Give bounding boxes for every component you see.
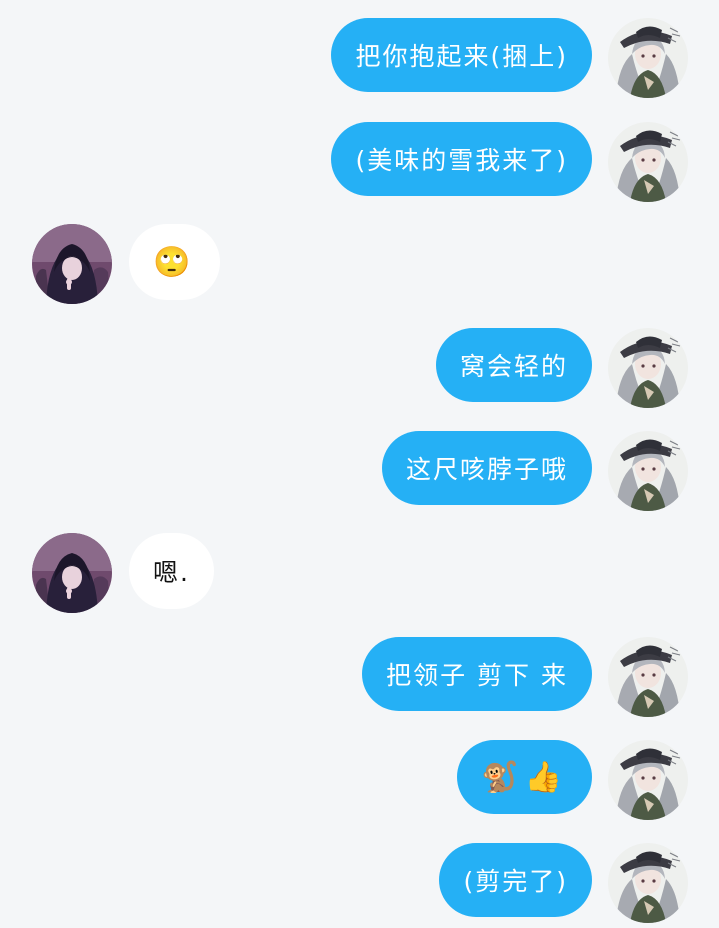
message-row-outgoing: (美味的雪我来了) <box>0 122 719 202</box>
user-avatar-image <box>608 431 688 511</box>
user-avatar[interactable] <box>608 740 688 820</box>
message-row-incoming: 🙄 <box>0 224 719 304</box>
user-avatar-image <box>608 740 688 820</box>
user-avatar-image <box>608 122 688 202</box>
user-avatar[interactable] <box>608 637 688 717</box>
message-row-incoming: 嗯. <box>0 533 719 613</box>
chat-area[interactable]: 把你抱起来(捆上) (美味的雪我来了) 🙄 窝会轻的 这尺咳脖子哦 嗯. 把领子… <box>0 0 719 928</box>
message-row-outgoing: 窝会轻的 <box>0 328 719 408</box>
message-row-outgoing: 🐒👍 <box>0 740 719 820</box>
user-avatar[interactable] <box>608 431 688 511</box>
message-row-outgoing: 这尺咳脖子哦 <box>0 431 719 511</box>
message-bubble[interactable]: 嗯. <box>129 533 214 609</box>
user-avatar[interactable] <box>608 122 688 202</box>
message-row-outgoing: (剪完了) <box>0 843 719 923</box>
contact-avatar[interactable] <box>32 224 112 304</box>
contact-avatar-image <box>32 224 112 304</box>
contact-avatar-image <box>32 533 112 613</box>
user-avatar-image <box>608 328 688 408</box>
message-row-outgoing: 把领子 剪下 来 <box>0 637 719 717</box>
message-bubble[interactable]: 把你抱起来(捆上) <box>331 18 592 92</box>
user-avatar[interactable] <box>608 18 688 98</box>
message-bubble[interactable]: (剪完了) <box>439 843 592 917</box>
message-bubble[interactable]: 窝会轻的 <box>435 328 592 402</box>
message-bubble[interactable]: 🙄 <box>129 224 221 300</box>
user-avatar-image <box>608 843 688 923</box>
message-bubble[interactable]: 把领子 剪下 来 <box>362 637 592 711</box>
user-avatar-image <box>608 637 688 717</box>
message-bubble[interactable]: 🐒👍 <box>457 740 592 814</box>
user-avatar-image <box>608 18 688 98</box>
user-avatar[interactable] <box>608 328 688 408</box>
message-row-outgoing: 把你抱起来(捆上) <box>0 18 719 98</box>
message-bubble[interactable]: 这尺咳脖子哦 <box>381 431 592 505</box>
contact-avatar[interactable] <box>32 533 112 613</box>
message-bubble[interactable]: (美味的雪我来了) <box>331 122 592 196</box>
user-avatar[interactable] <box>608 843 688 923</box>
